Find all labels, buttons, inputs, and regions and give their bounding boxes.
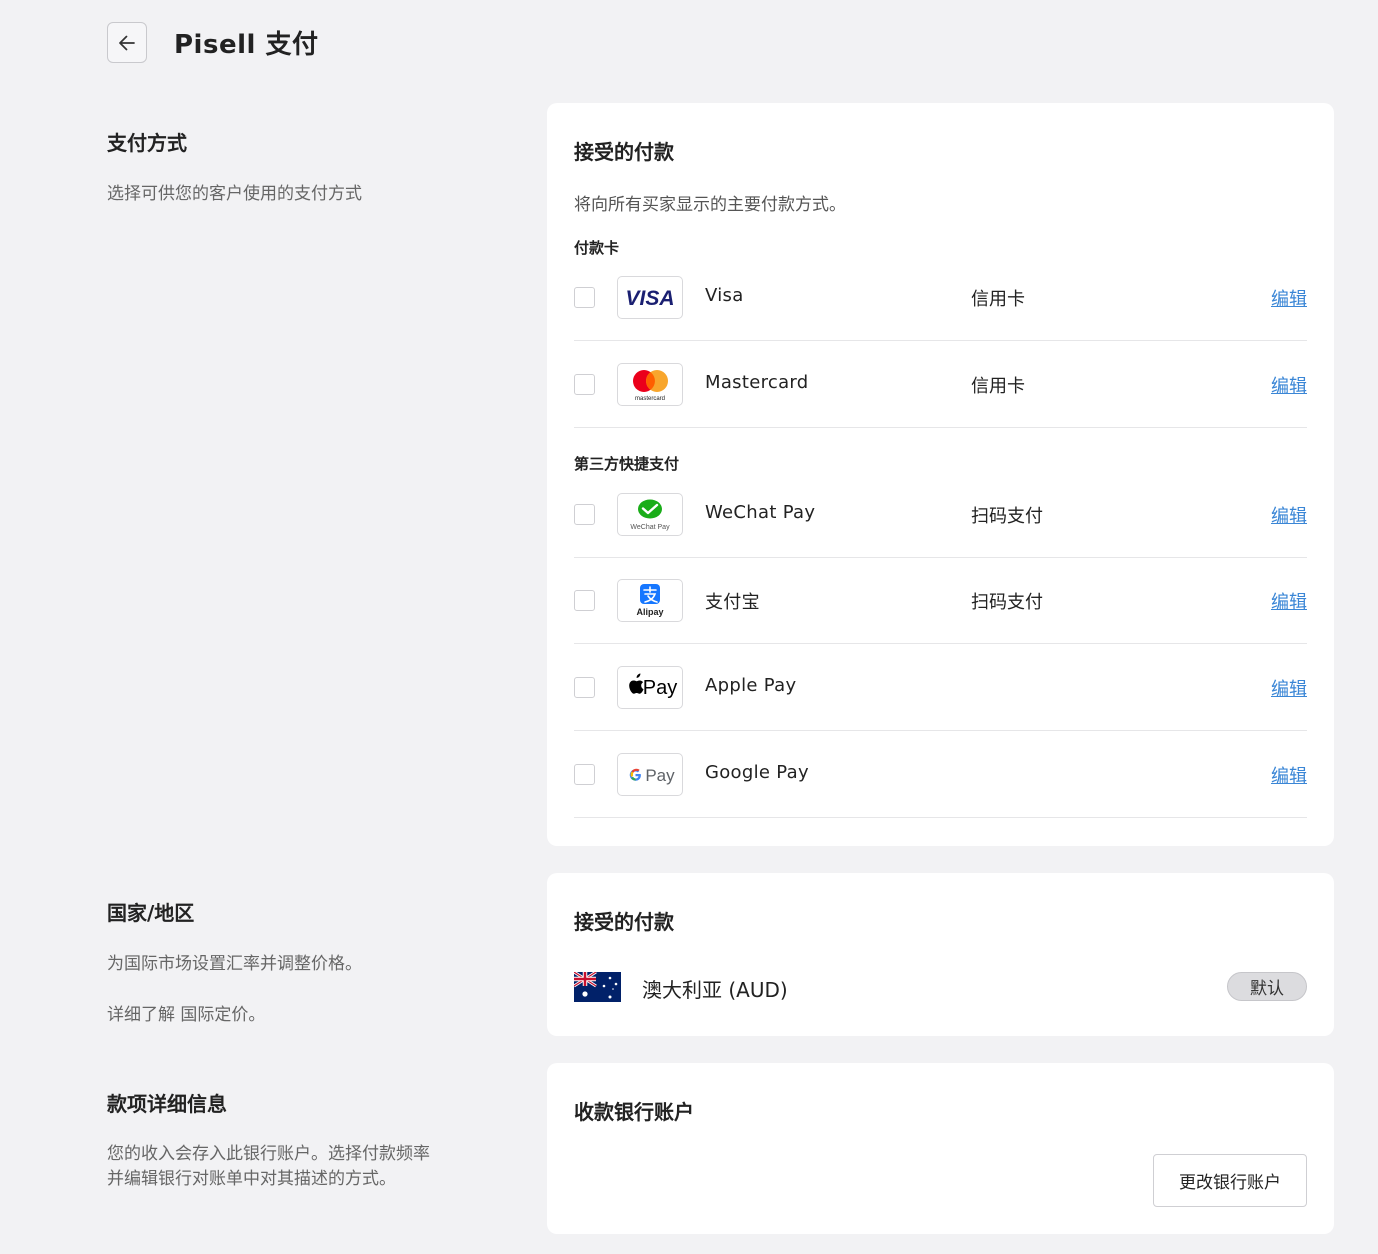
google-pay-checkbox[interactable]	[574, 764, 595, 785]
apple-pay-logo-icon: Pay	[617, 666, 683, 709]
svg-text:Pay: Pay	[643, 677, 677, 699]
default-badge: 默认	[1227, 972, 1307, 1001]
payment-method-type: 信用卡	[971, 376, 1025, 397]
payment-method-name: WeChat Pay	[705, 502, 816, 523]
svg-text:Alipay: Alipay	[636, 607, 663, 617]
card-title: 接受的付款	[574, 910, 674, 934]
payment-method-name: Google Pay	[705, 762, 809, 783]
section-description-line2: 并编辑银行对账单中对其描述的方式。	[107, 1169, 396, 1189]
payment-method-row-alipay: Alipay 支付宝 扫码支付 编辑	[574, 557, 1307, 644]
alipay-logo-icon: Alipay	[617, 579, 683, 622]
payment-method-type: 扫码支付	[971, 506, 1043, 527]
alipay-checkbox[interactable]	[574, 590, 595, 611]
card-title: 收款银行账户	[574, 1100, 694, 1124]
country-card: 接受的付款 澳大利亚 (AUD) 默认	[547, 873, 1334, 1036]
country-intro: 国家/地区 为国际市场设置汇率并调整价格。 详细了解 国际定价。	[107, 897, 362, 1028]
arrow-left-icon	[119, 35, 135, 50]
section-description: 选择可供您的客户使用的支付方式	[107, 184, 362, 204]
visa-logo-icon: VISA	[617, 276, 683, 319]
payment-method-row-wechat-pay: WeChat Pay WeChat Pay 扫码支付 编辑	[574, 471, 1307, 558]
accepted-payments-card: 接受的付款 将向所有买家显示的主要付款方式。 付款卡 VISA Visa 信用卡…	[547, 103, 1334, 846]
page-title: Pisell 支付	[174, 30, 319, 60]
payment-method-name: Apple Pay	[705, 675, 797, 696]
back-button[interactable]	[107, 22, 147, 63]
change-bank-account-button[interactable]: 更改银行账户	[1153, 1154, 1307, 1207]
wechat-pay-logo-icon: WeChat Pay	[617, 493, 683, 536]
svg-text:mastercard: mastercard	[635, 396, 665, 402]
section-title: 国家/地区	[107, 901, 195, 925]
payment-method-row-visa: VISA Visa 信用卡 编辑	[574, 254, 1307, 341]
section-description: 为国际市场设置汇率并调整价格。	[107, 954, 362, 974]
edit-link[interactable]: 编辑	[1271, 372, 1307, 398]
wechat-pay-checkbox[interactable]	[574, 504, 595, 525]
svg-text:VISA: VISA	[625, 287, 674, 310]
australia-flag-icon	[574, 972, 621, 1002]
payment-method-row-google-pay: Pay Google Pay 编辑	[574, 731, 1307, 818]
mastercard-logo-icon: mastercard	[617, 363, 683, 406]
payment-method-row-apple-pay: Pay Apple Pay 编辑	[574, 644, 1307, 731]
learn-more-text[interactable]: 详细了解 国际定价。	[107, 1003, 362, 1028]
payment-method-type: 信用卡	[971, 289, 1025, 310]
svg-text:Pay: Pay	[645, 766, 675, 785]
mastercard-checkbox[interactable]	[574, 374, 595, 395]
payment-method-name: Visa	[705, 285, 744, 306]
google-pay-logo-icon: Pay	[617, 753, 683, 796]
edit-link[interactable]: 编辑	[1271, 285, 1307, 311]
section-title: 款项详细信息	[107, 1092, 227, 1116]
card-title: 接受的付款	[574, 140, 674, 164]
visa-checkbox[interactable]	[574, 287, 595, 308]
apple-pay-checkbox[interactable]	[574, 677, 595, 698]
section-description-line1: 您的收入会存入此银行账户。选择付款频率	[107, 1144, 430, 1164]
section-title: 支付方式	[107, 131, 187, 155]
bank-account-card: 收款银行账户 更改银行账户	[547, 1063, 1334, 1234]
payment-method-row-mastercard: mastercard Mastercard 信用卡 编辑	[574, 341, 1307, 428]
edit-link[interactable]: 编辑	[1271, 675, 1307, 701]
payout-intro: 款项详细信息 您的收入会存入此银行账户。选择付款频率 并编辑银行对账单中对其描述…	[107, 1088, 430, 1192]
payment-method-type: 扫码支付	[971, 592, 1043, 613]
country-row: 澳大利亚 (AUD) 默认	[574, 971, 1307, 1003]
svg-text:WeChat Pay: WeChat Pay	[630, 524, 670, 531]
country-name: 澳大利亚 (AUD)	[642, 978, 788, 1002]
page-header: Pisell 支付	[107, 22, 318, 63]
payment-method-name: 支付宝	[705, 592, 760, 613]
edit-link[interactable]: 编辑	[1271, 502, 1307, 528]
payment-method-name: Mastercard	[705, 372, 809, 393]
payment-methods-intro: 支付方式 选择可供您的客户使用的支付方式	[107, 127, 362, 207]
edit-link[interactable]: 编辑	[1271, 588, 1307, 614]
edit-link[interactable]: 编辑	[1271, 762, 1307, 788]
card-subtitle: 将向所有买家显示的主要付款方式。	[574, 195, 846, 215]
